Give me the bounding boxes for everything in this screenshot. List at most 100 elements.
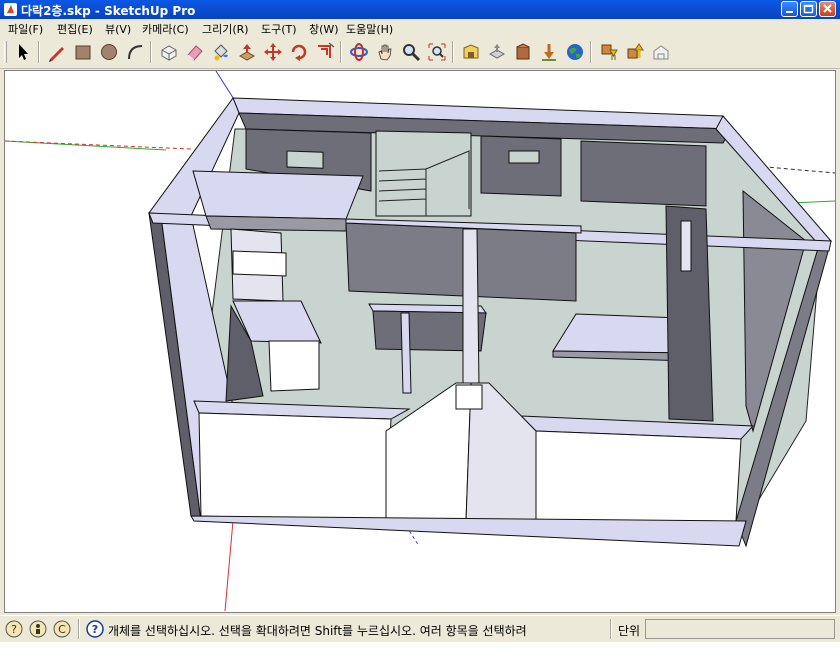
- fixture-box[interactable]: [268, 340, 320, 392]
- minimize-button[interactable]: [781, 1, 798, 17]
- menu-tools[interactable]: 도구(T): [261, 21, 297, 37]
- mid-post[interactable]: [400, 312, 412, 394]
- component-download-button[interactable]: [597, 40, 621, 64]
- offset-tool-button[interactable]: [313, 40, 337, 64]
- pencil-icon: [49, 47, 64, 62]
- toolbar-grip[interactable]: [4, 41, 7, 63]
- geo-location-icon: ?: [5, 620, 23, 638]
- orbit-icon: [350, 43, 368, 61]
- measurement-label: 단위: [618, 624, 641, 638]
- toolbar-separator: [452, 41, 454, 63]
- warehouse-button[interactable]: [459, 40, 483, 64]
- make-component-icon: [161, 45, 177, 61]
- help-icon: ?: [86, 620, 104, 638]
- share-model-button[interactable]: [485, 40, 509, 64]
- status-message: 개체를 선택하십시오. 선택을 확대하려면 Shift를 누르십시오. 여러 항…: [108, 624, 527, 638]
- front-left-wall-face[interactable]: [198, 412, 392, 522]
- menu-view[interactable]: 뷰(V): [105, 21, 131, 37]
- zoom-tool-button[interactable]: [399, 40, 423, 64]
- toolbar-separator: [150, 41, 152, 63]
- close-icon: [823, 4, 832, 13]
- paint-bucket-icon: [214, 44, 228, 61]
- push-pull-button[interactable]: [235, 40, 259, 64]
- menu-bar: 파일(F) 편집(E) 뷰(V) 카메라(C) 그리기(R) 도구(T) 창(W…: [0, 19, 840, 37]
- move-icon: [264, 43, 282, 61]
- place-model-button[interactable]: [537, 40, 561, 64]
- back-window-right[interactable]: [508, 150, 540, 164]
- modeling-viewport[interactable]: [4, 70, 836, 613]
- eraser-tool-button[interactable]: [183, 40, 207, 64]
- front-right-wall-face[interactable]: [535, 430, 742, 524]
- select-tool-button[interactable]: [11, 40, 35, 64]
- center-column[interactable]: [462, 228, 480, 387]
- toolbar-separator: [38, 41, 40, 63]
- pan-tool-button[interactable]: [373, 40, 397, 64]
- status-separator: [610, 619, 612, 639]
- push-pull-icon: [238, 44, 256, 61]
- zoom-icon: [403, 44, 421, 62]
- place-model-icon: [542, 44, 556, 61]
- help-button[interactable]: ?: [86, 620, 104, 638]
- credits-icon: [29, 620, 47, 638]
- eraser-icon: [187, 45, 203, 61]
- zoom-extents-button[interactable]: [425, 40, 449, 64]
- menu-window[interactable]: 창(W): [309, 21, 339, 37]
- close-button[interactable]: [819, 1, 836, 17]
- make-component-button[interactable]: [157, 40, 181, 64]
- component-upload-button[interactable]: [623, 40, 647, 64]
- left-partition-top[interactable]: [192, 170, 364, 220]
- stair-well[interactable]: [375, 130, 472, 217]
- back-room-right-wall[interactable]: [480, 135, 562, 197]
- geo-location-button[interactable]: ?: [5, 620, 23, 638]
- toolbar-separator: [590, 41, 592, 63]
- status-separator: [78, 619, 80, 639]
- arc-icon: [128, 45, 143, 60]
- paint-bucket-button[interactable]: [209, 40, 233, 64]
- bay-vent[interactable]: [455, 384, 483, 410]
- right-room-window[interactable]: [680, 220, 692, 272]
- maximize-icon: [803, 4, 814, 14]
- credits-button[interactable]: [29, 620, 47, 638]
- google-earth-icon: [567, 44, 583, 60]
- left-partition-face[interactable]: [205, 215, 347, 232]
- title-bar[interactable]: 다락2층.skp - SketchUp Pro: [0, 0, 840, 19]
- rotate-tool-button[interactable]: [287, 40, 311, 64]
- move-tool-button[interactable]: [261, 40, 285, 64]
- copyright-icon: C: [53, 620, 71, 638]
- rectangle-tool-button[interactable]: [71, 40, 95, 64]
- sketchup-app-icon[interactable]: [3, 2, 18, 17]
- status-bar: ? C ? 개체를 선택하십시오. 선택을 확대하려면 Shift를 누르십시오…: [0, 615, 840, 643]
- closet-shelf[interactable]: [232, 250, 287, 277]
- base-band[interactable]: [190, 515, 747, 547]
- main-toolbar: [0, 37, 840, 69]
- extension-icon: [653, 45, 669, 60]
- google-earth-button[interactable]: [563, 40, 587, 64]
- back-window-left[interactable]: [286, 150, 324, 169]
- window-bottom-margin: [0, 642, 840, 666]
- minimize-icon: [786, 11, 793, 13]
- pencil-tool-button[interactable]: [45, 40, 69, 64]
- svg-text:C: C: [58, 623, 66, 636]
- measurement-input[interactable]: [645, 619, 835, 639]
- menu-draw[interactable]: 그리기(R): [202, 21, 249, 37]
- get-models-icon: [516, 43, 530, 60]
- window-title: 다락2층.skp - SketchUp Pro: [21, 4, 196, 18]
- svg-text:?: ?: [92, 623, 98, 636]
- select-icon: [19, 44, 28, 60]
- menu-edit[interactable]: 편집(E): [57, 21, 93, 37]
- arc-tool-button[interactable]: [123, 40, 147, 64]
- orbit-tool-button[interactable]: [347, 40, 371, 64]
- menu-help[interactable]: 도움말(H): [346, 21, 393, 37]
- menu-camera[interactable]: 카메라(C): [142, 21, 189, 37]
- right-room-wall[interactable]: [580, 140, 707, 207]
- center-wall[interactable]: [345, 222, 577, 302]
- menu-file[interactable]: 파일(F): [8, 21, 43, 37]
- extension-button[interactable]: [649, 40, 673, 64]
- maximize-button[interactable]: [800, 1, 817, 17]
- offset-icon: [318, 42, 335, 58]
- model-canvas[interactable]: [5, 71, 835, 612]
- get-models-button[interactable]: [511, 40, 535, 64]
- circle-tool-button[interactable]: [97, 40, 121, 64]
- copyright-button[interactable]: C: [53, 620, 71, 638]
- red-axis-line: [224, 520, 234, 612]
